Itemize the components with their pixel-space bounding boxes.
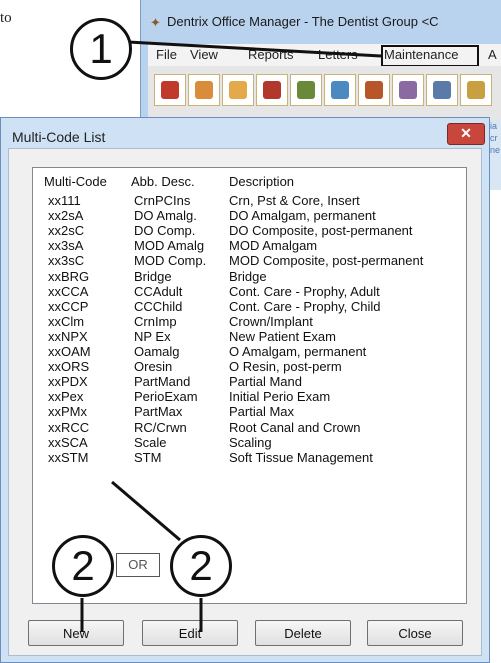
callout-step-2-edit: 2 bbox=[170, 535, 232, 597]
or-label: OR bbox=[116, 553, 160, 577]
callout-step-1: 1 bbox=[70, 18, 132, 80]
callout-step-2-new: 2 bbox=[52, 535, 114, 597]
